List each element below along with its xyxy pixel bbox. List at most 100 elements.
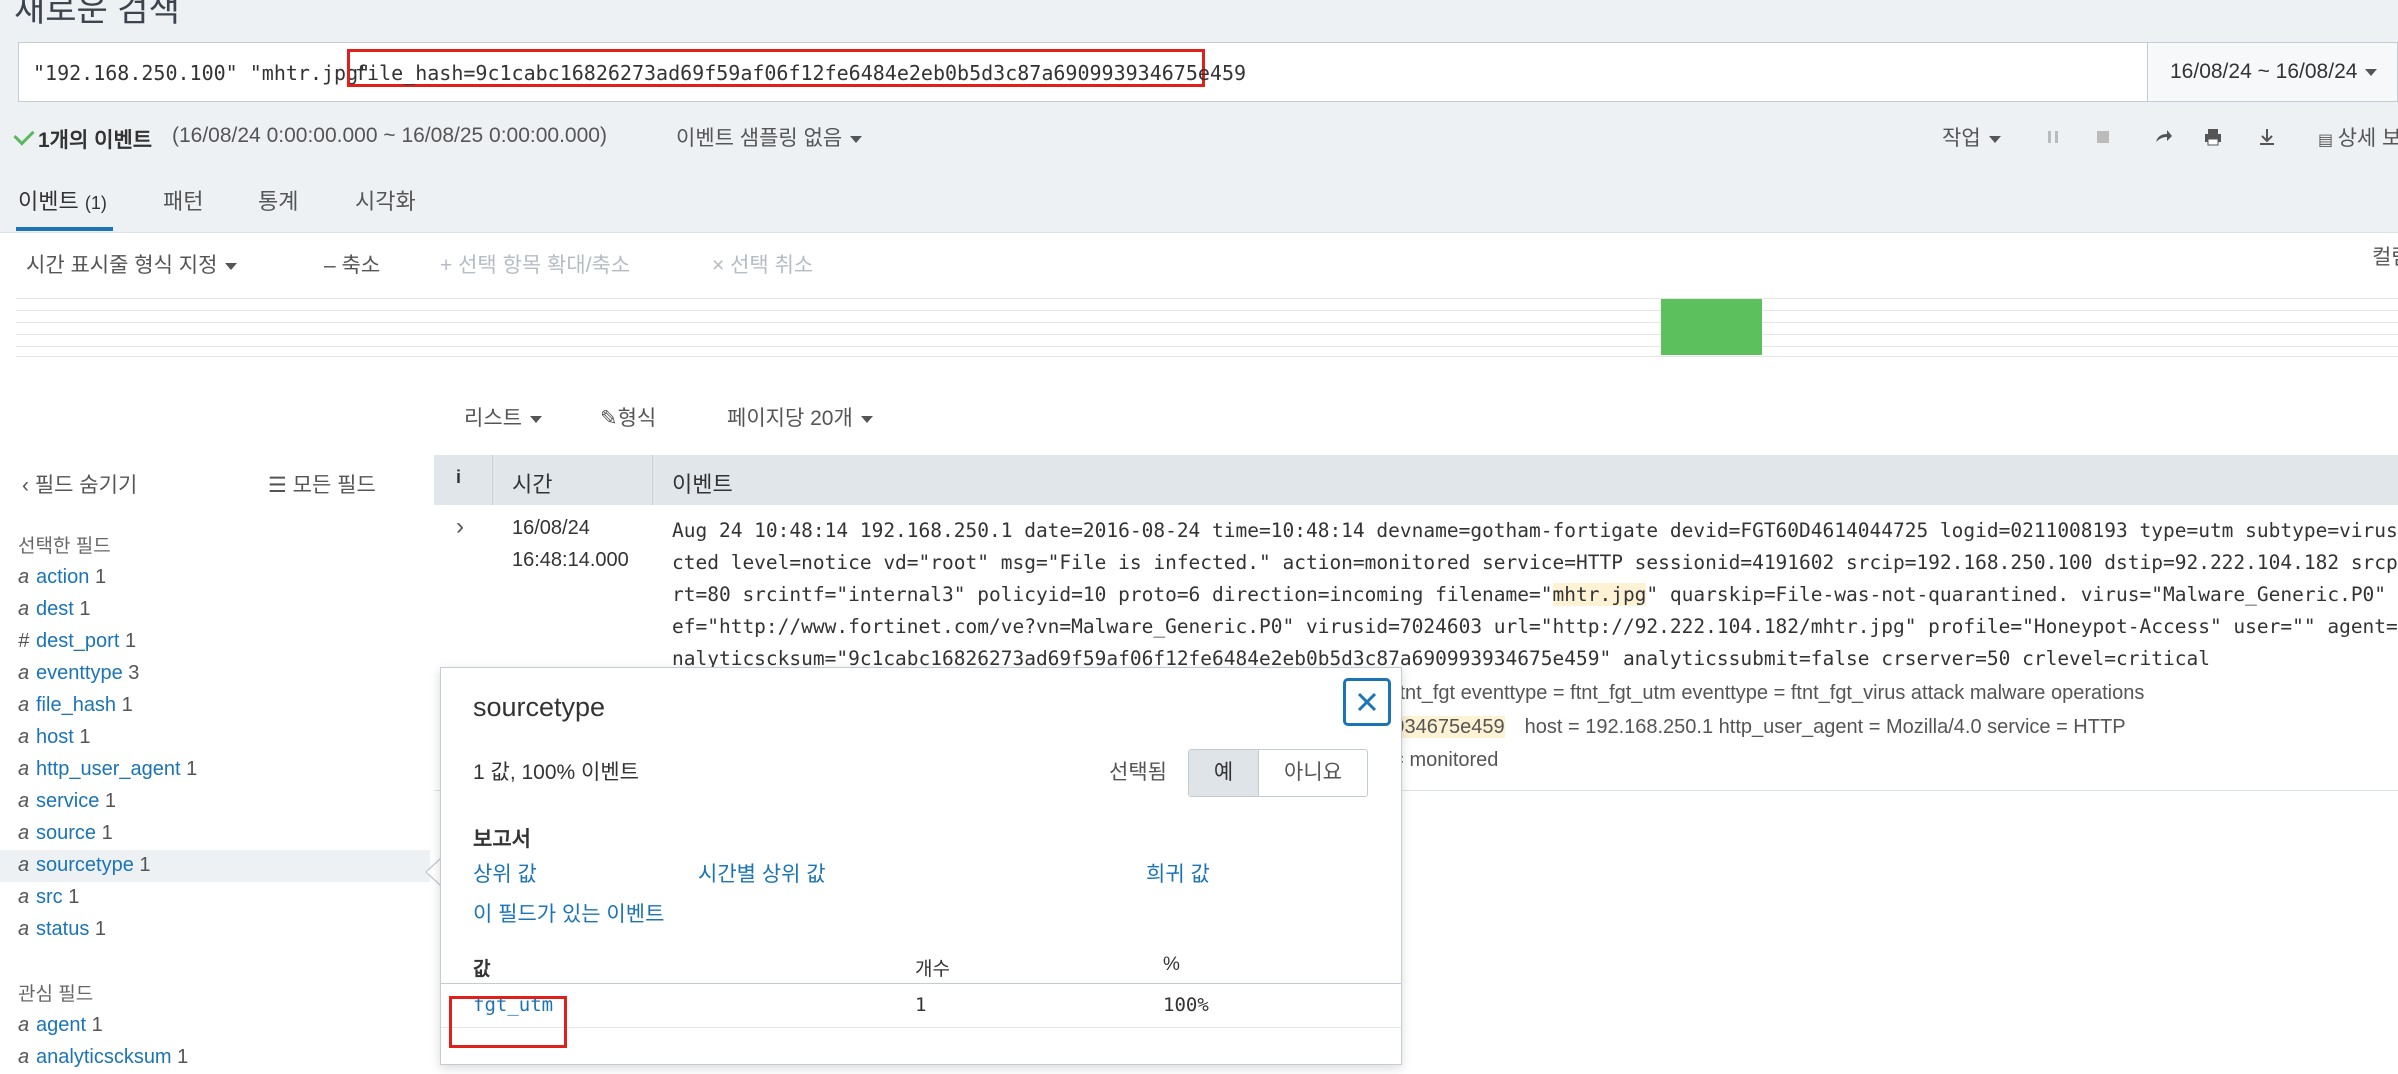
sidebar-field-action[interactable]: a action 1 <box>0 562 430 594</box>
field-name[interactable]: dest 1 <box>36 598 91 621</box>
sidebar-field-eventtype[interactable]: a eventtype 3 <box>0 658 430 690</box>
zoom-out-button[interactable]: – 축소 <box>324 249 380 279</box>
all-fields-button[interactable]: ☰ 모든 필드 <box>268 469 376 499</box>
field-count: 1 <box>91 1014 103 1036</box>
sidebar-field-analyticscksum[interactable]: a analyticscksum 1 <box>0 1042 430 1074</box>
field-count: 1 <box>121 694 133 716</box>
field-name[interactable]: agent 1 <box>36 1014 103 1037</box>
top-values-by-time-link[interactable]: 시간별 상위 값 <box>698 858 826 888</box>
values-table-header: 값 개수 % <box>441 948 1401 984</box>
grid-line <box>16 298 2398 299</box>
field-name[interactable]: http_user_agent 1 <box>36 758 197 781</box>
raw-event-text: Aug 24 10:48:14 192.168.250.1 date=2016-… <box>672 519 2398 670</box>
field-type-icon: a <box>18 566 30 588</box>
rare-values-link[interactable]: 희귀 값 <box>1146 858 1210 888</box>
sampling-dropdown[interactable]: 이벤트 샘플링 없음 <box>676 122 863 152</box>
close-button[interactable] <box>1343 678 1391 726</box>
search-query-prefix[interactable]: "192.168.250.100" "mhtr.jpg" <box>33 61 370 85</box>
sidebar-field-file-hash[interactable]: a file_hash 1 <box>0 690 430 722</box>
field-count: 1 <box>124 630 137 652</box>
sidebar-field-source[interactable]: a source 1 <box>0 818 430 850</box>
time-range-label: 16/08/24 ~ 16/08/24 <box>2170 60 2378 84</box>
sidebar-field-sourcetype[interactable]: a sourcetype 1 <box>0 850 430 882</box>
detail-mode-button[interactable]: ▤ 상세 보기 <box>2318 122 2398 152</box>
field-name[interactable]: file_hash 1 <box>36 694 133 717</box>
field-count: 1 <box>79 726 91 748</box>
selected-label: 선택됨 <box>1109 761 1167 784</box>
field-name[interactable]: host 1 <box>36 726 91 749</box>
download-icon[interactable] <box>2256 126 2278 148</box>
pencil-icon: ✎ <box>600 407 618 430</box>
field-type-icon: a <box>18 726 30 748</box>
chevron-down-icon <box>225 262 238 270</box>
sidebar-field-dest[interactable]: a dest 1 <box>0 594 430 626</box>
time-range-picker[interactable]: 16/08/24 ~ 16/08/24 <box>2148 42 2398 102</box>
chevron-down-icon <box>1988 135 2001 143</box>
timeline-bar[interactable] <box>1661 299 1762 355</box>
field-name[interactable]: eventtype 3 <box>36 662 139 685</box>
tab-visualization[interactable]: 시각화 <box>355 184 416 216</box>
grid-line <box>16 322 2398 323</box>
sidebar-field-host[interactable]: a host 1 <box>0 722 430 754</box>
toggle-no-button[interactable]: 아니요 <box>1259 750 1367 796</box>
interesting-fields-label: 관심 필드 <box>18 984 94 1005</box>
job-status-row: 1개의 이벤트 (16/08/24 0:00:00.000 ~ 16/08/25… <box>0 116 2398 156</box>
event-time-range: (16/08/24 0:00:00.000 ~ 16/08/25 0:00:00… <box>172 124 607 147</box>
zoom-to-selection-button[interactable]: + 선택 항목 확대/축소 <box>440 249 630 279</box>
field-name[interactable]: sourcetype 1 <box>36 854 151 877</box>
value-count: 1 <box>915 994 927 1016</box>
grid-line <box>16 334 2398 335</box>
sidebar-field-status[interactable]: a status 1 <box>0 914 430 946</box>
share-icon[interactable] <box>2152 126 2174 148</box>
stop-icon[interactable] <box>2092 126 2114 148</box>
sidebar-field-dest-port[interactable]: # dest_port 1 <box>0 626 430 658</box>
pause-icon[interactable] <box>2042 126 2064 148</box>
events-with-field-link[interactable]: 이 필드가 있는 이벤트 <box>473 898 664 928</box>
toggle-yes-button[interactable]: 예 <box>1189 750 1259 796</box>
fields-sidebar: ‹ 필드 숨기기 ☰ 모든 필드 선택한 필드 a action 1 a dest 1… <box>0 455 430 1072</box>
deselect-button[interactable]: × 선택 취소 <box>712 249 813 279</box>
field-name[interactable]: dest_port 1 <box>36 630 136 653</box>
column-divider <box>652 455 653 505</box>
job-menu[interactable]: 작업 <box>1942 122 2001 152</box>
field-name[interactable]: action 1 <box>36 566 106 589</box>
per-page-dropdown[interactable]: 페이지당 20개 <box>727 402 873 432</box>
sidebar-field-agent[interactable]: a agent 1 <box>0 1010 430 1042</box>
field-count: 1 <box>101 822 113 844</box>
field-name[interactable]: analyticscksum 1 <box>36 1046 188 1069</box>
tab-patterns[interactable]: 패턴 <box>163 184 203 216</box>
print-icon[interactable] <box>2202 126 2224 148</box>
view-options: 리스트 ✎형식 페이지당 20개 <box>0 392 2398 442</box>
field-name[interactable]: service 1 <box>36 790 116 813</box>
field-name[interactable]: src 1 <box>36 886 79 909</box>
field-name[interactable]: status 1 <box>36 918 106 941</box>
timeline-chart[interactable] <box>16 296 2398 358</box>
expand-chevron-icon[interactable]: › <box>456 513 464 541</box>
top-values-link[interactable]: 상위 값 <box>473 858 537 888</box>
field-name[interactable]: source 1 <box>36 822 113 845</box>
value-highlight-box <box>449 996 567 1048</box>
columns-menu[interactable]: 컬럼 <box>2372 241 2398 271</box>
list-view-dropdown[interactable]: 리스트 <box>464 402 542 432</box>
check-icon <box>13 124 35 146</box>
field-type-icon: a <box>18 854 30 876</box>
active-tab-indicator <box>16 227 113 231</box>
tab-statistics[interactable]: 통계 <box>258 184 298 216</box>
search-header: 새로운 검색 "192.168.250.100" "mhtr.jpg" file… <box>0 0 2398 170</box>
sidebar-field-http-user-agent[interactable]: a http_user_agent 1 <box>0 754 430 786</box>
search-input[interactable]: "192.168.250.100" "mhtr.jpg" file_hash=9… <box>18 42 2148 102</box>
hide-fields-button[interactable]: ‹ 필드 숨기기 <box>22 469 137 499</box>
sidebar-field-src[interactable]: a src 1 <box>0 882 430 914</box>
format-button[interactable]: ✎형식 <box>600 402 656 432</box>
sidebar-field-service[interactable]: a service 1 <box>0 786 430 818</box>
popover-arrow-inner <box>427 859 441 885</box>
comment-icon: ▤ <box>2318 132 2338 149</box>
time-format-dropdown[interactable]: 시간 표시줄 형식 지정 <box>26 249 238 279</box>
search-query-hash[interactable]: file_hash=9c1cabc16826273ad69f59af06f12f… <box>355 61 1246 85</box>
percent-column-header: % <box>1163 954 1180 975</box>
time-column-header[interactable]: 시간 <box>512 467 552 499</box>
selected-toggle[interactable]: 예 아니요 <box>1188 749 1368 797</box>
events-table-header: i 시간 이벤트 <box>434 455 2398 505</box>
tab-events[interactable]: 이벤트 (1) <box>18 184 107 216</box>
grid-line <box>16 310 2398 311</box>
